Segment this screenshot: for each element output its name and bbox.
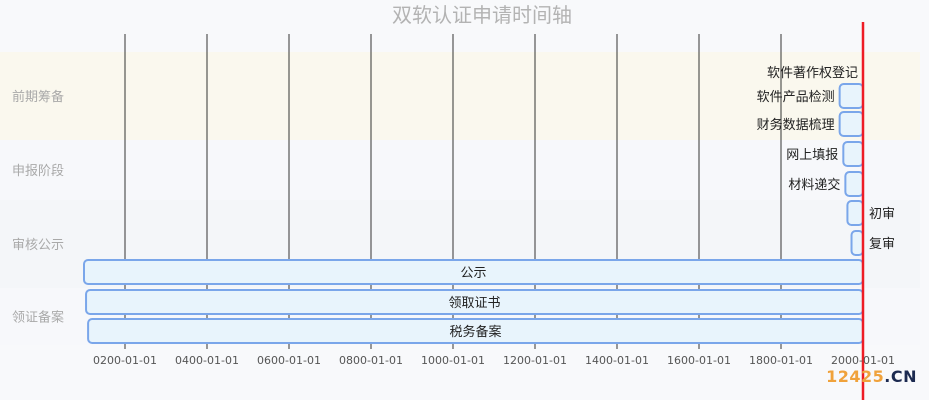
task-label: 复审 [869, 237, 895, 252]
task-bar [850, 230, 865, 256]
x-tick-label: 1000-01-01 [421, 354, 485, 367]
x-axis: 0200-01-01 0400-01-01 0600-01-01 0800-01-01… [93, 354, 895, 367]
x-tick-label: 2000-01-01 [831, 354, 895, 367]
x-tick-label: 0800-01-01 [339, 354, 403, 367]
task-label: 公示 [460, 266, 486, 281]
x-tick-label: 1400-01-01 [585, 354, 649, 367]
x-tick-label: 0600-01-01 [257, 354, 321, 367]
task-bar [838, 111, 865, 137]
task-label: 税务备案 [450, 324, 502, 340]
task-label: 软件产品检测 [757, 90, 835, 105]
x-tick-label: 0200-01-01 [93, 354, 157, 367]
gantt-chart: 前期筹备申报阶段审核公示领证备案 软件著作权登记软件产品检测财务数据梳理网上填报… [0, 3, 920, 400]
x-tick-label: 1800-01-01 [749, 354, 813, 367]
task-label: 网上填报 [786, 148, 838, 163]
section-label: 申报阶段 [12, 164, 64, 179]
section-label: 领证备案 [12, 310, 64, 326]
site-watermark: 12425.CN [826, 367, 917, 386]
x-tick-label: 1200-01-01 [503, 354, 567, 367]
task-label: 领取证书 [449, 296, 501, 311]
watermark-digits: 12425 [826, 367, 885, 386]
x-tick-label: 1600-01-01 [667, 354, 731, 367]
x-tick-label: 0400-01-01 [175, 354, 239, 367]
task-bar [838, 83, 865, 109]
task-label: 初审 [869, 207, 895, 222]
section-label: 前期筹备 [12, 89, 64, 105]
section-band [0, 140, 920, 200]
task-label: 软件著作权登记 [767, 65, 858, 81]
section-label: 审核公示 [12, 238, 64, 253]
chart-title: 双软认证申请时间轴 [392, 3, 572, 27]
task-label: 财务数据梳理 [757, 117, 835, 133]
task-bar [844, 171, 864, 197]
task-bar [846, 200, 864, 226]
task-label: 材料递交 [788, 177, 840, 193]
watermark-suffix: .CN [884, 367, 917, 386]
task-bar [842, 141, 865, 167]
